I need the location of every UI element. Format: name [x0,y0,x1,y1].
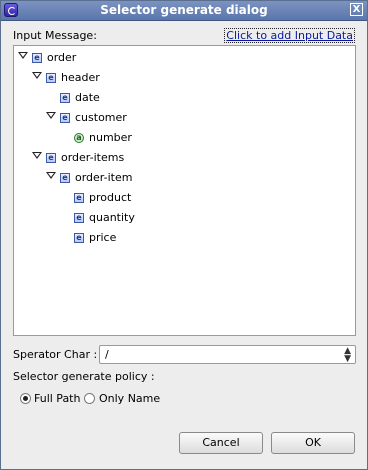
input-message-label: Input Message: [13,29,97,42]
separator-select[interactable]: / ▲ ▼ [99,345,356,364]
select-arrows-icon: ▲ ▼ [344,346,351,364]
element-icon: e [46,153,56,163]
tree-node-label: quantity [89,211,135,224]
attribute-icon: a [74,133,84,143]
tree-node-label: price [89,231,117,244]
element-icon: e [74,193,84,203]
element-icon: e [60,173,70,183]
element-icon: e [74,233,84,243]
tree-node-label: customer [75,111,127,124]
title-bar[interactable]: Selector generate dialog X [1,1,367,21]
only-name-radio[interactable] [84,393,95,404]
expand-toggle-icon[interactable] [32,72,42,79]
separator-value: / [105,348,109,361]
only-name-label[interactable]: Only Name [99,392,160,405]
add-input-data-link[interactable]: Click to add Input Data [224,28,355,43]
tree-node-label: date [75,91,100,104]
expand-toggle-icon[interactable] [46,172,56,179]
tree-node-label: number [89,131,132,144]
close-button[interactable]: X [350,3,363,16]
dialog-window: Selector generate dialog X Input Message… [0,0,368,470]
tree-node-label: order [47,51,77,64]
full-path-radio[interactable] [20,393,31,404]
element-icon: e [46,73,56,83]
expand-toggle-icon[interactable] [18,52,28,59]
ok-button[interactable]: OK [271,432,355,454]
expand-toggle-icon[interactable] [46,112,56,119]
element-icon: e [32,53,42,63]
tree-node-label: header [61,71,100,84]
tree-node-label: product [89,191,132,204]
input-message-tree[interactable]: e order e header e date e customer a number e order… [13,45,356,336]
window-title: Selector generate dialog [100,3,268,17]
policy-label: Selector generate policy : [13,370,155,383]
element-icon: e [60,113,70,123]
expand-toggle-icon[interactable] [32,152,42,159]
separator-label: Sperator Char : [13,348,98,361]
full-path-label[interactable]: Full Path [34,392,80,405]
tree-node-label: order-items [61,151,125,164]
element-icon: e [74,213,84,223]
tree-node-label: order-item [75,171,133,184]
cancel-button[interactable]: Cancel [179,432,263,454]
element-icon: e [60,93,70,103]
